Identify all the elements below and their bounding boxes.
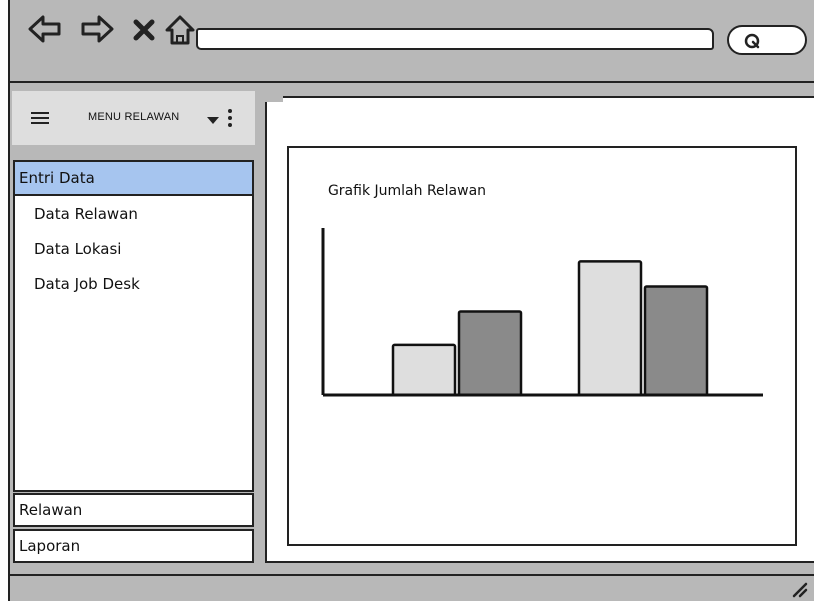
bar-2-1 bbox=[457, 310, 523, 397]
bar-1-2 bbox=[577, 260, 643, 397]
resize-grip-icon[interactable] bbox=[790, 582, 808, 598]
status-bar bbox=[8, 574, 814, 601]
bar-chart bbox=[321, 228, 763, 397]
bar-1-1 bbox=[391, 343, 457, 397]
bar-2-2 bbox=[643, 285, 709, 397]
